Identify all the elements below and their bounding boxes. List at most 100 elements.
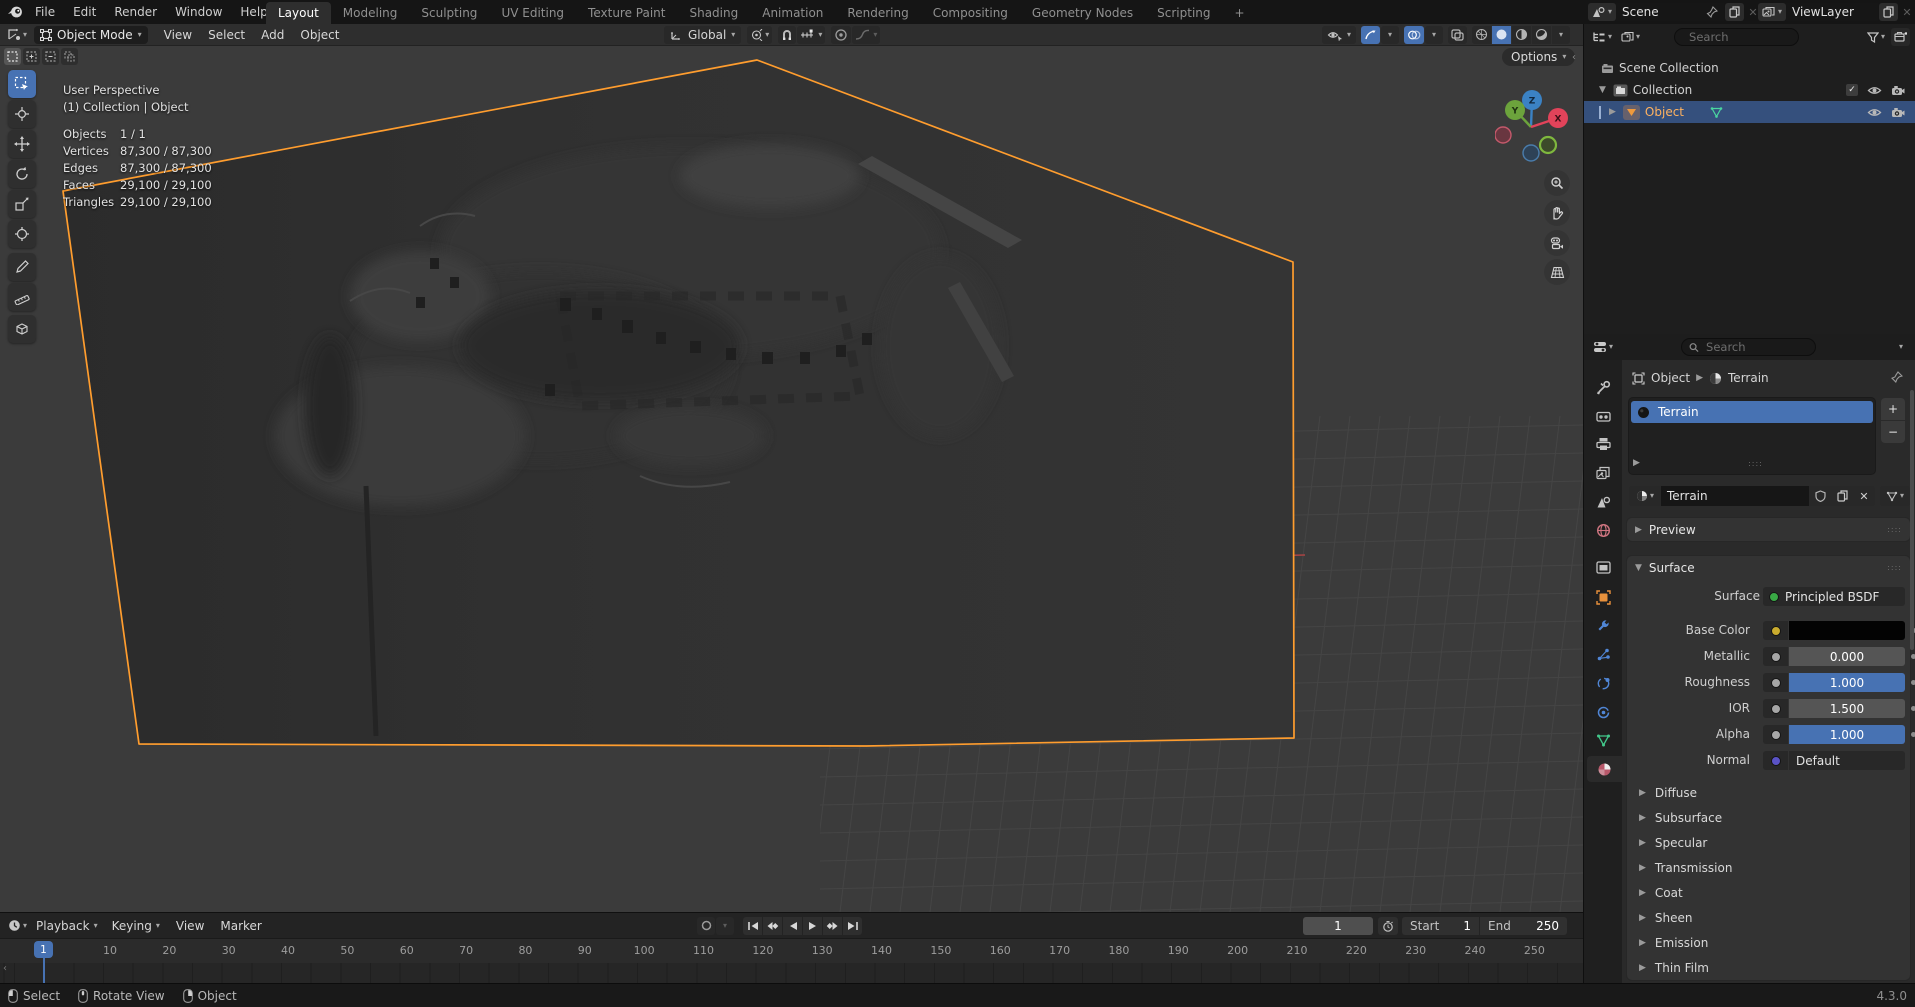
tool-add-cube[interactable] — [8, 315, 36, 343]
preview-panel[interactable]: ▶ Preview :::: — [1627, 518, 1910, 541]
metallic-slider[interactable]: 0.000 — [1789, 647, 1905, 666]
properties-options-dropdown[interactable]: ▾ — [1899, 343, 1909, 351]
display-mode-dropdown[interactable]: ▾ — [1618, 28, 1643, 46]
tab-texture-paint[interactable]: Texture Paint — [576, 2, 677, 24]
pivot-point-dropdown[interactable]: ▾ — [747, 26, 772, 44]
breadcrumb-object[interactable]: Object — [1651, 371, 1690, 385]
tab-shading[interactable]: Shading — [677, 2, 750, 24]
tab-geometry-nodes[interactable]: Geometry Nodes — [1020, 2, 1145, 24]
select-mode-intersect-button[interactable] — [61, 48, 78, 65]
xray-toggle[interactable] — [1448, 26, 1467, 44]
hide-eye-icon[interactable] — [1867, 107, 1882, 118]
color-socket-chip[interactable] — [1763, 621, 1788, 640]
auto-keying-dropdown[interactable]: ▾ — [716, 917, 734, 935]
vector-socket-chip[interactable] — [1763, 751, 1788, 770]
outliner-row-collection[interactable]: ▼ Collection ✓ — [1584, 79, 1915, 101]
menu-view[interactable]: View — [156, 24, 200, 46]
tool-measure[interactable] — [8, 283, 36, 311]
unlink-material-button[interactable]: ✕ — [1853, 486, 1875, 506]
shading-material-button[interactable] — [1512, 26, 1531, 44]
playhead-frame-badge[interactable]: 1 — [34, 941, 53, 958]
remove-material-slot-button[interactable]: − — [1881, 421, 1905, 443]
roughness-slider[interactable]: 1.000 — [1789, 673, 1905, 692]
snap-toggle-button[interactable] — [778, 26, 796, 44]
shading-rendered-button[interactable] — [1532, 26, 1551, 44]
subpanel-sheen[interactable]: ▶Sheen — [1627, 905, 1910, 930]
menu-window[interactable]: Window — [166, 0, 231, 24]
editor-type-button[interactable]: ▾ — [1589, 28, 1615, 46]
outliner-search[interactable] — [1674, 28, 1799, 46]
use-preview-range-toggle[interactable] — [1378, 917, 1398, 935]
jump-to-end-button[interactable] — [843, 917, 862, 935]
material-name-field[interactable]: Terrain — [1661, 486, 1809, 506]
menu-select[interactable]: Select — [200, 24, 253, 46]
select-mode-new-button[interactable] — [4, 48, 21, 65]
add-workspace-button[interactable]: + — [1223, 2, 1257, 24]
hide-eye-icon[interactable] — [1867, 85, 1882, 96]
select-mode-subtract-button[interactable] — [42, 48, 59, 65]
expand-chevron-icon[interactable]: ▶ — [1609, 107, 1616, 117]
filter-dropdown[interactable]: ▾ — [1864, 28, 1888, 46]
scene-name-field[interactable]: Scene — [1616, 3, 1724, 21]
tab-animation[interactable]: Animation — [750, 2, 835, 24]
proportional-falloff-dropdown[interactable]: ▾ — [852, 26, 880, 44]
disable-render-camera-icon[interactable] — [1891, 107, 1905, 118]
search-input[interactable] — [1687, 29, 1791, 45]
fake-user-button[interactable] — [1809, 486, 1831, 506]
tab-rendering[interactable]: Rendering — [835, 2, 920, 24]
subpanel-specular[interactable]: ▶Specular — [1627, 830, 1910, 855]
mode-dropdown[interactable]: Object Mode ▾ — [34, 26, 148, 44]
properties-search[interactable] — [1681, 338, 1816, 356]
shading-solid-button[interactable] — [1492, 26, 1511, 44]
animate-decorator[interactable] — [1911, 732, 1915, 737]
pan-view-button[interactable] — [1544, 200, 1570, 226]
viewport-scene[interactable] — [0, 46, 1583, 912]
blender-logo-icon[interactable] — [4, 5, 26, 19]
tab-layout[interactable]: Layout — [266, 2, 331, 24]
tool-annotate[interactable] — [8, 253, 36, 281]
timeline-track-area[interactable] — [0, 963, 1583, 984]
tab-uv-editing[interactable]: UV Editing — [489, 2, 576, 24]
subpanel-transmission[interactable]: ▶Transmission — [1627, 855, 1910, 880]
tab-view-layer[interactable] — [1587, 460, 1619, 486]
tab-object-data[interactable] — [1587, 727, 1619, 753]
view-layer-remove-button[interactable]: ✕ — [1898, 6, 1915, 19]
select-mode-extend-button[interactable] — [23, 48, 40, 65]
value-socket-chip[interactable] — [1763, 673, 1788, 692]
menu-edit[interactable]: Edit — [64, 0, 105, 24]
new-collection-button[interactable] — [1891, 28, 1910, 46]
surface-panel-header[interactable]: ▼ Surface :::: — [1627, 556, 1910, 579]
playback-menu[interactable]: Playback▾ — [36, 919, 98, 933]
tab-output[interactable] — [1587, 431, 1619, 457]
view-layer-browse-button[interactable]: ▾ — [1758, 3, 1786, 21]
auto-keying-toggle[interactable] — [697, 917, 715, 935]
expand-chevron-icon[interactable]: ▼ — [1599, 85, 1606, 95]
properties-scrollbar[interactable] — [1910, 390, 1914, 650]
expand-chevron-icon[interactable]: ▶ — [1633, 458, 1640, 468]
animate-decorator[interactable] — [1911, 654, 1915, 659]
tab-collection-props[interactable] — [1587, 554, 1619, 580]
show-gizmo-toggle[interactable] — [1361, 26, 1380, 44]
tool-move[interactable] — [8, 130, 36, 158]
frame-end-field[interactable]: End 250 — [1480, 917, 1567, 935]
editor-type-button[interactable]: ▾ — [1590, 338, 1616, 356]
view-menu[interactable]: View — [168, 915, 212, 937]
toggle-orthographic-button[interactable] — [1544, 259, 1570, 285]
gizmo-z-neg-axis[interactable] — [1523, 145, 1539, 161]
subpanel-thin-film[interactable]: ▶Thin Film — [1627, 955, 1910, 980]
scene-copy-button[interactable] — [1725, 3, 1744, 21]
marker-menu[interactable]: Marker — [212, 915, 269, 937]
tab-modeling[interactable]: Modeling — [331, 2, 410, 24]
breadcrumb-data[interactable]: Terrain — [1728, 371, 1769, 385]
alpha-slider[interactable]: 1.000 — [1789, 725, 1905, 744]
tool-scale[interactable] — [8, 190, 36, 218]
camera-view-button[interactable] — [1544, 230, 1570, 256]
timeline-collapse-arrow[interactable]: ‹ — [3, 963, 7, 974]
tool-select-box[interactable] — [8, 70, 36, 98]
tab-physics[interactable] — [1587, 670, 1619, 696]
panel-grip[interactable]: :::: — [1887, 563, 1902, 572]
animate-decorator[interactable] — [1911, 706, 1915, 711]
gizmo-x-neg-axis[interactable] — [1495, 127, 1511, 143]
tab-sculpting[interactable]: Sculpting — [409, 2, 489, 24]
snap-to-dropdown[interactable]: ▾ — [797, 26, 825, 44]
